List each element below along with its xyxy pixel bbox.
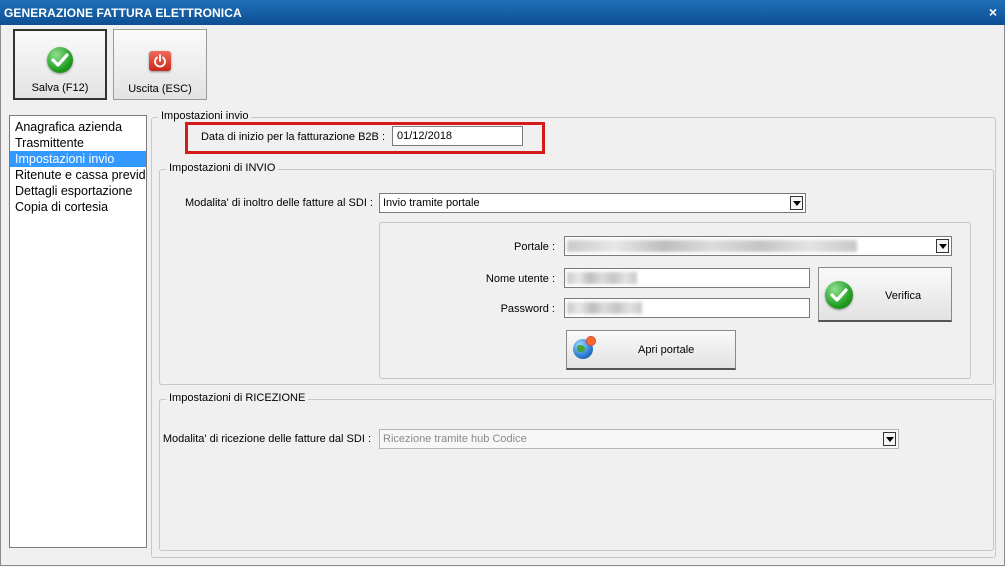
sidebar-item-copia-cortesia[interactable]: Copia di cortesia [10, 199, 146, 215]
exit-button[interactable]: Uscita (ESC) [113, 29, 207, 100]
portal-label: Portale : [514, 241, 555, 253]
highlight-box [185, 122, 545, 154]
ricezione-mode-label: Modalita' di ricezione delle fatture dal… [162, 433, 371, 445]
group-title: Impostazioni invio [158, 110, 252, 122]
invio-mode-value: Invio tramite portale [383, 197, 480, 209]
sidebar-item-ritenute[interactable]: Ritenute e cassa previdenziale [10, 167, 146, 183]
password-field[interactable] [564, 298, 810, 318]
user-value-redacted [567, 272, 637, 284]
sidebar-item-impostazioni-invio[interactable]: Impostazioni invio [10, 151, 146, 167]
password-value-redacted [567, 302, 642, 314]
green-check-icon [825, 281, 853, 309]
password-label: Password : [500, 303, 555, 315]
user-field[interactable] [564, 268, 810, 288]
user-label: Nome utente : [485, 273, 555, 285]
chevron-down-icon[interactable] [790, 196, 803, 210]
save-button-label: Salva (F12) [31, 82, 89, 94]
verify-button[interactable]: Verifica [818, 267, 952, 322]
sidebar-item-dettagli-esportazione[interactable]: Dettagli esportazione [10, 183, 146, 199]
verify-label: Verifica [885, 290, 922, 302]
sections-list[interactable]: Anagrafica azienda Trasmittente Impostaz… [9, 115, 147, 548]
ricezione-group: Impostazioni di RICEZIONE [159, 392, 994, 551]
open-portal-button[interactable]: Apri portale [566, 330, 736, 370]
title-bar: GENERAZIONE FATTURA ELETTRONICA × [0, 0, 1005, 25]
sidebar-item-anagrafica[interactable]: Anagrafica azienda [10, 119, 146, 135]
open-portal-label: Apri portale [638, 344, 695, 356]
ricezione-mode-select[interactable]: Ricezione tramite hub Codice [379, 429, 899, 449]
power-icon [149, 51, 171, 71]
ricezione-group-title: Impostazioni di RICEZIONE [166, 392, 309, 404]
sidebar-item-trasmittente[interactable]: Trasmittente [10, 135, 146, 151]
green-check-icon [47, 47, 73, 73]
chevron-down-icon[interactable] [883, 432, 896, 446]
portal-select[interactable] [564, 236, 952, 256]
ricezione-mode-value: Ricezione tramite hub Codice [383, 433, 527, 445]
invio-mode-label: Modalita' di inoltro delle fatture al SD… [185, 197, 373, 209]
window-title: GENERAZIONE FATTURA ELETTRONICA [4, 6, 242, 20]
exit-button-label: Uscita (ESC) [128, 83, 192, 95]
portal-value-redacted [567, 240, 857, 252]
invio-group-title: Impostazioni di INVIO [166, 162, 279, 174]
globe-icon [573, 336, 596, 359]
chevron-down-icon[interactable] [936, 239, 949, 253]
invio-mode-select[interactable]: Invio tramite portale [379, 193, 806, 213]
close-icon[interactable]: × [989, 4, 997, 20]
main-window: Salva (F12) Uscita (ESC) Anagrafica azie… [0, 25, 1005, 566]
save-button[interactable]: Salva (F12) [13, 29, 107, 100]
